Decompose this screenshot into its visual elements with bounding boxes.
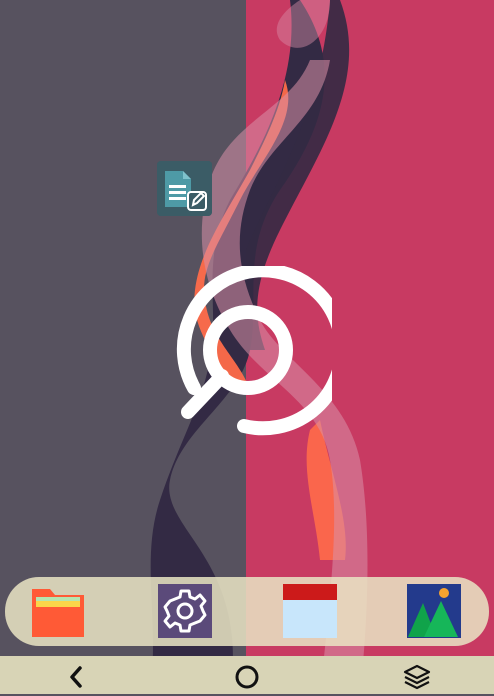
desktop-icon-notes[interactable] <box>157 161 212 216</box>
dock-app-files[interactable] <box>30 583 86 639</box>
calendar-icon <box>283 584 337 638</box>
dock-app-calendar[interactable] <box>282 583 338 639</box>
search-magnifier-logo <box>176 266 332 436</box>
back-button[interactable] <box>62 662 92 692</box>
chevron-left-icon <box>70 666 82 688</box>
mountain-picture-icon <box>407 584 461 638</box>
app-dock <box>5 577 489 646</box>
dock-app-settings[interactable] <box>157 583 213 639</box>
home-button[interactable] <box>232 662 262 692</box>
gear-icon <box>158 584 212 638</box>
layers-icon <box>403 664 431 690</box>
dock-app-gallery[interactable] <box>406 583 462 639</box>
folder-icon <box>32 589 84 637</box>
navigation-bar <box>0 656 494 694</box>
document-edit-icon <box>157 161 212 216</box>
recents-button[interactable] <box>402 662 432 692</box>
circle-icon <box>235 665 259 689</box>
